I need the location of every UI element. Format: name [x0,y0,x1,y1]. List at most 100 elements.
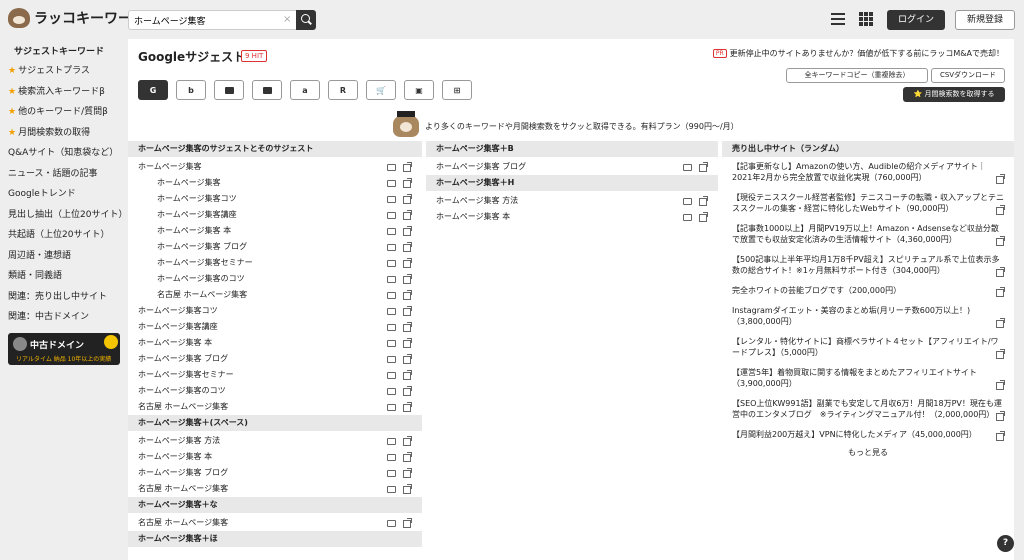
sale-site-item[interactable]: 完全ホワイトの芸能ブログです（200,000円） [722,283,1014,297]
retweet-icon[interactable] [386,402,396,411]
external-link-icon[interactable] [699,196,708,206]
signup-button[interactable]: 新規登録 [955,10,1015,30]
retweet-icon[interactable] [386,162,396,171]
keyword-row[interactable]: ホームページ集客 [128,159,422,175]
sale-site-item[interactable]: 【SEO上位KW991語】副業でも安定して月収6万！月間18万PV！現在も運営中… [722,396,1014,421]
sidebar-item-label[interactable]: 検索流入キーワードβ [18,87,105,97]
keyword-row[interactable]: 名古屋 ホームページ集客 [128,515,422,531]
retweet-icon[interactable] [386,338,396,347]
tab-amazon[interactable]: a [290,80,320,100]
sale-site-text[interactable]: 【現役テニススクール経営者監修】テニスコーチの転職・収入アップとテニススクールの… [732,193,1004,213]
sidebar-item-label[interactable]: 周辺語・連想語 [8,251,71,261]
pr-text[interactable]: 更新停止中のサイトありませんか？価値が低下する前にラッコM&Aで売却！ [730,48,1004,59]
keyword-text[interactable]: ホームページ集客講座 [138,322,218,331]
keyword-text[interactable]: ホームページ集客コツ [157,194,237,203]
help-button[interactable]: ? [997,535,1014,552]
sidebar-item-label[interactable]: 関連：売り出し中サイト [8,292,107,302]
retweet-icon[interactable] [386,178,396,187]
external-link-icon[interactable] [403,162,412,172]
copy-all-keywords-button[interactable]: 全キーワードコピー（重複除去） [786,68,928,83]
sidebar-item-label[interactable]: 類語・同義語 [8,271,62,281]
sale-site-item[interactable]: 【記事数1000以上】月間PV19万以上！Amazon・Adsenseなど収益分… [722,221,1014,246]
keyword-text[interactable]: ホームページ集客 方法 [138,436,220,445]
keyword-row[interactable]: 名古屋 ホームページ集客 [128,399,422,415]
keyword-text[interactable]: ホームページ集客 ブログ [436,162,526,171]
sidebar-item-label[interactable]: サジェストプラス [18,66,90,76]
retweet-icon[interactable] [386,322,396,331]
retweet-icon[interactable] [386,226,396,235]
external-link-icon[interactable] [403,306,412,316]
external-link-icon[interactable] [403,468,412,478]
retweet-icon[interactable] [682,212,692,221]
apps-grid-icon[interactable] [859,12,873,26]
sale-site-item[interactable]: 【500記事以上半年平均月1万8千PV超え】スピリチュアル系で上位表示多数の総合… [722,252,1014,277]
retweet-icon[interactable] [386,242,396,251]
keyword-row[interactable]: ホームページ集客コツ [128,303,422,319]
retweet-icon[interactable] [386,210,396,219]
sidebar-item[interactable]: ★ 検索流入キーワードβ [0,82,124,103]
keyword-row[interactable]: ホームページ集客 方法 [128,433,422,449]
keyword-text[interactable]: ホームページ集客コツ [138,306,218,315]
sidebar-item-label[interactable]: Googleトレンド [8,189,76,199]
keyword-row[interactable]: 名古屋 ホームページ集客 [128,481,422,497]
sale-site-text[interactable]: 完全ホワイトの芸能ブログです（200,000円） [732,286,901,295]
external-link-icon[interactable] [403,452,412,462]
retweet-icon[interactable] [386,290,396,299]
external-link-icon[interactable] [403,210,412,220]
external-link-icon[interactable] [699,212,708,222]
sidebar-item-label[interactable]: 見出し抽出（上位20サイト） [8,210,127,220]
external-link-icon[interactable] [996,205,1005,215]
more-link[interactable]: もっと見る [722,447,1014,458]
sale-site-item[interactable]: 【記事更新なし】Amazonの使い方、Audibleの紹介メディアサイト｜202… [722,159,1014,184]
retweet-icon[interactable] [386,274,396,283]
get-monthly-volume-button[interactable]: ⭐ 月間検索数を取得する [903,87,1005,102]
external-link-icon[interactable] [996,267,1005,277]
sidebar-item[interactable]: ★ 月間検索数の取得 [0,123,124,144]
site-logo[interactable]: ラッコキーワード [8,8,146,28]
retweet-icon[interactable] [682,162,692,171]
keyword-text[interactable]: 名古屋 ホームページ集客 [138,518,228,527]
sale-site-item[interactable]: 【月間利益200万越え】VPNに特化したメディア（45,000,000円） [722,427,1014,441]
keyword-text[interactable]: ホームページ集客 方法 [436,196,518,205]
external-link-icon[interactable] [996,174,1005,184]
retweet-icon[interactable] [386,194,396,203]
keyword-row[interactable]: ホームページ集客セミナー [128,367,422,383]
sidebar-item[interactable]: Googleトレンド [0,184,124,205]
sidebar-item-label[interactable]: 共起語（上位20サイト） [8,230,109,240]
external-link-icon[interactable] [403,354,412,364]
external-link-icon[interactable] [403,178,412,188]
sidebar-item[interactable]: ★ 他のキーワード/質問β [0,102,124,123]
sale-site-item[interactable]: Instagramダイエット・美容のまとめ垢(月リーチ数600万以上！)（3,8… [722,303,1014,328]
tab-shopping[interactable]: 🛒 [366,80,396,100]
sidebar-item[interactable]: Q&Aサイト（知恵袋など） [0,143,124,164]
keyword-row[interactable]: ホームページ集客講座 [128,319,422,335]
external-link-icon[interactable] [403,518,412,528]
sale-site-item[interactable]: 【運営5年】着物買取に関する情報をまとめたアフィリエイトサイト（3,900,00… [722,365,1014,390]
keyword-text[interactable]: 名古屋 ホームページ集客 [138,402,228,411]
external-link-icon[interactable] [403,436,412,446]
external-link-icon[interactable] [403,290,412,300]
promo-text[interactable]: より多くのキーワードや月間検索数をサクッと取得できる。有料プラン（990円〜/月… [425,121,739,132]
external-link-icon[interactable] [403,274,412,284]
external-link-icon[interactable] [996,431,1005,441]
sidebar-item-label[interactable]: 月間検索数の取得 [18,128,90,138]
keyword-row[interactable]: ホームページ集客コツ [128,191,422,207]
external-link-icon[interactable] [699,162,708,172]
retweet-icon[interactable] [386,258,396,267]
search-input[interactable] [128,10,296,30]
tab-image[interactable]: ▣ [404,80,434,100]
sidebar-item[interactable]: ニュース・話題の記事 [0,164,124,185]
sale-site-text[interactable]: 【運営5年】着物買取に関する情報をまとめたアフィリエイトサイト（3,900,00… [732,368,977,388]
sidebar-item[interactable]: 関連：中古ドメイン [0,307,124,328]
tab-bing[interactable]: b [176,80,206,100]
external-link-icon[interactable] [403,338,412,348]
retweet-icon[interactable] [386,370,396,379]
keyword-text[interactable]: ホームページ集客 本 [138,452,212,461]
external-link-icon[interactable] [996,236,1005,246]
keyword-text[interactable]: ホームページ集客講座 [157,210,237,219]
keyword-row[interactable]: ホームページ集客 ブログ [128,239,422,255]
external-link-icon[interactable] [403,226,412,236]
sale-site-text[interactable]: Instagramダイエット・美容のまとめ垢(月リーチ数600万以上！)（3,8… [732,306,970,326]
sale-site-item[interactable]: 【レンタル・特化サイトに】商標ペラサイト４セット【アフィリエイト/ワードプレス】… [722,334,1014,359]
external-link-icon[interactable] [403,370,412,380]
